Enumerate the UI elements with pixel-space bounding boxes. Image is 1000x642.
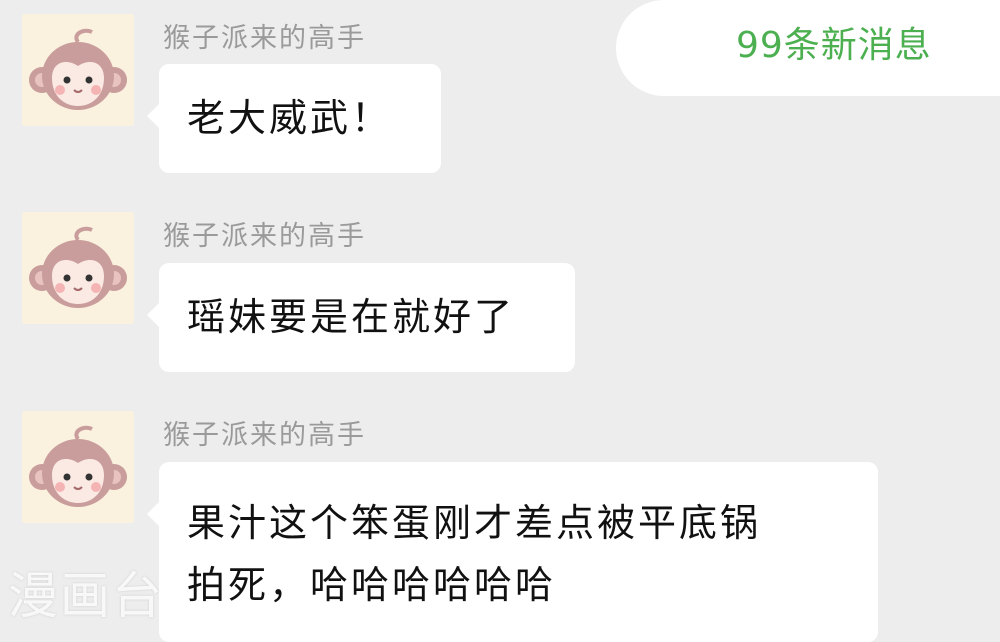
message-text-line: 果汁这个笨蛋刚才差点被平底锅 bbox=[187, 501, 762, 545]
new-messages-button[interactable]: 99条新消息 bbox=[616, 0, 1000, 96]
monkey-avatar[interactable] bbox=[22, 411, 134, 523]
sender-name: 猴子派来的高手 bbox=[163, 23, 366, 54]
monkey-avatar[interactable] bbox=[22, 212, 134, 324]
message-text: 瑶妹要是在就好了 bbox=[187, 295, 516, 339]
watermark: 漫画台 bbox=[8, 567, 164, 625]
message-bubble[interactable]: 果汁这个笨蛋刚才差点被平底锅 拍死，哈哈哈哈哈哈 bbox=[147, 462, 878, 642]
message-text-line: 拍死，哈哈哈哈哈哈 bbox=[187, 563, 557, 607]
message-bubble[interactable]: 瑶妹要是在就好了 bbox=[147, 263, 575, 372]
monkey-icon bbox=[22, 14, 134, 126]
monkey-icon bbox=[22, 212, 134, 324]
chat-window: 猴子派来的高手 老大威武！ 猴子派来的高手 瑶妹要是在就好了 猴子派来的高手 果… bbox=[0, 0, 1000, 642]
message-text: 老大威武！ bbox=[187, 96, 393, 140]
new-messages-label: 99条新消息 bbox=[736, 25, 932, 66]
sender-name: 猴子派来的高手 bbox=[163, 221, 366, 252]
sender-name: 猴子派来的高手 bbox=[163, 420, 366, 451]
monkey-avatar[interactable] bbox=[22, 14, 134, 126]
message-bubble[interactable]: 老大威武！ bbox=[147, 64, 441, 173]
monkey-icon bbox=[22, 411, 134, 523]
